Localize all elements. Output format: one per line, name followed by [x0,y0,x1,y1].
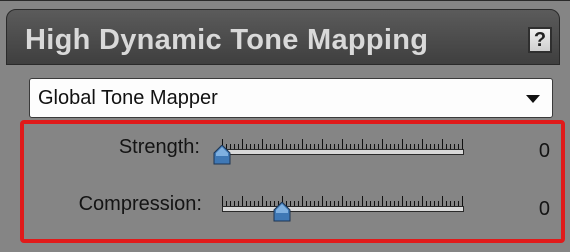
tone-mapper-selected: Global Tone Mapper [38,87,218,109]
compression-slider-thumb[interactable] [273,202,291,222]
strength-slider-track[interactable] [222,149,464,155]
strength-value: 0 [538,140,550,162]
compression-ticks [222,196,464,206]
help-button[interactable]: ? [528,27,552,53]
chevron-down-icon[interactable] [526,95,540,103]
hdr-tone-mapping-panel: High Dynamic Tone Mapping ? Global Tone … [0,0,570,252]
compression-slider-track[interactable] [222,206,464,212]
compression-value: 0 [538,198,550,220]
panel-title: High Dynamic Tone Mapping [25,24,429,56]
strength-slider-thumb[interactable] [213,145,231,165]
tone-mapper-dropdown[interactable]: Global Tone Mapper [29,78,553,118]
compression-label: Compression: [78,193,202,215]
panel-header: High Dynamic Tone Mapping ? [6,9,560,65]
strength-label: Strength: [118,136,200,158]
strength-ticks [222,139,464,149]
